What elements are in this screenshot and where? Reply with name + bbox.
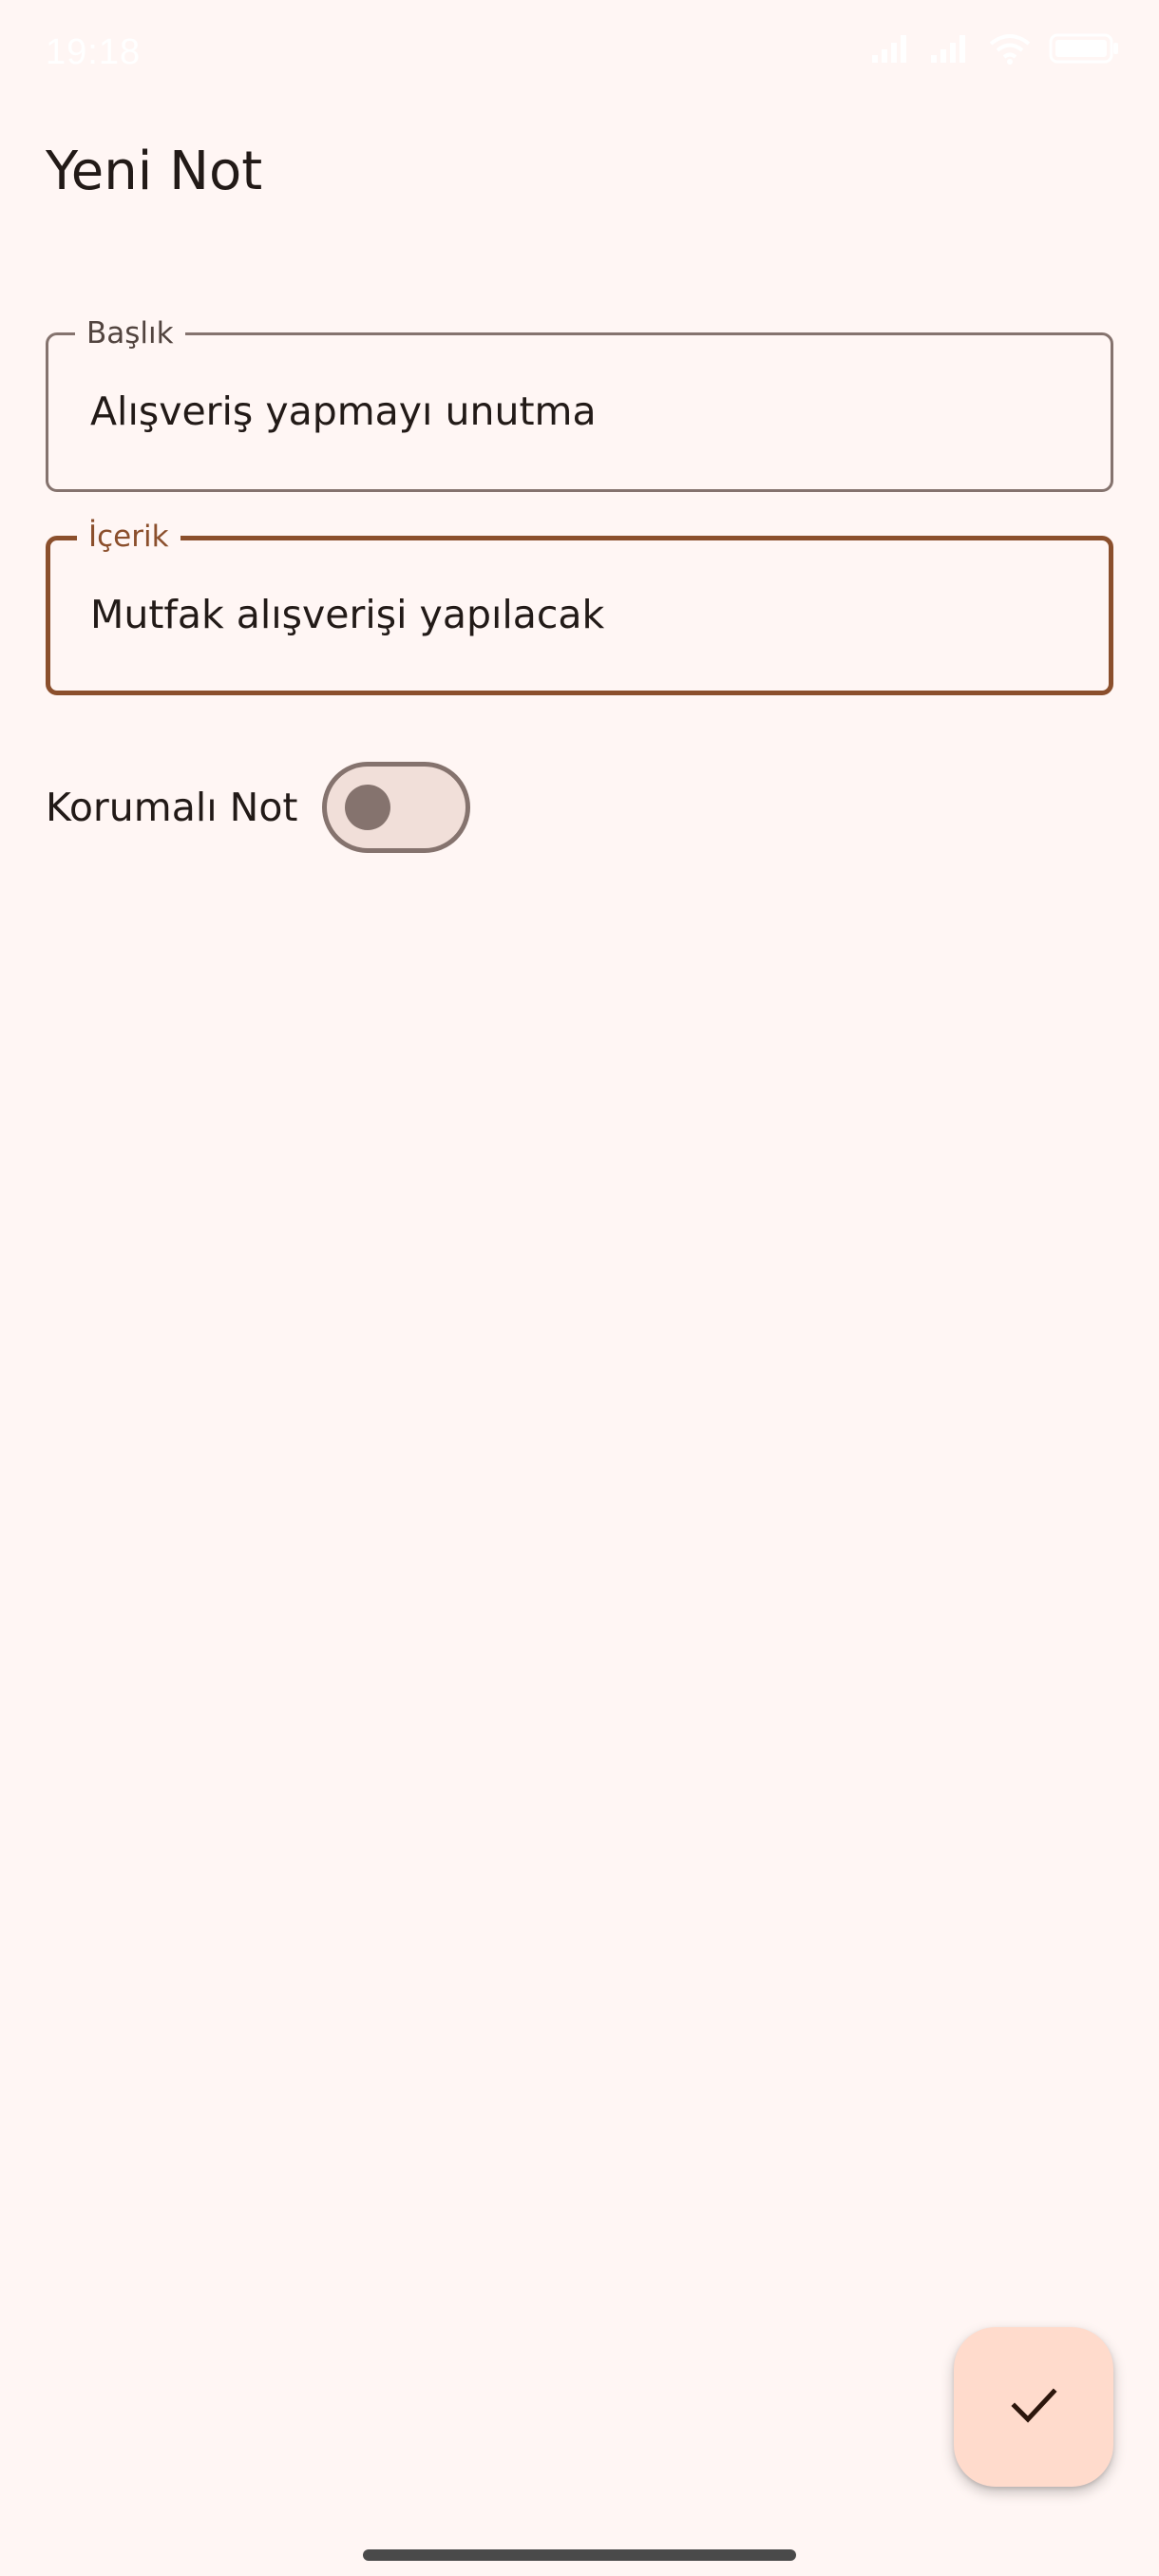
title-field-label: Başlık — [75, 314, 185, 352]
gesture-navigation-bar[interactable] — [363, 2549, 796, 2561]
wifi-icon — [988, 32, 1032, 65]
status-bar: 19:18 — [0, 0, 1159, 104]
status-time: 19:18 — [46, 32, 142, 72]
save-fab-button[interactable] — [954, 2327, 1113, 2487]
protected-note-switch[interactable] — [322, 762, 471, 853]
status-icons — [870, 32, 1121, 65]
title-field[interactable]: Başlık — [46, 314, 1113, 492]
content-input[interactable] — [90, 592, 1059, 637]
protected-note-label: Korumalı Not — [46, 785, 298, 830]
check-icon — [1007, 2378, 1060, 2435]
battery-icon — [1049, 32, 1121, 65]
content-field[interactable]: İçerik — [46, 518, 1113, 695]
signal-icon — [929, 32, 971, 65]
signal-icon — [870, 32, 912, 65]
protected-note-row: Korumalı Not — [46, 760, 471, 855]
title-input[interactable] — [90, 388, 1059, 434]
page-title: Yeni Not — [46, 141, 263, 202]
content-field-label: İçerik — [77, 518, 180, 556]
switch-thumb — [345, 785, 391, 830]
